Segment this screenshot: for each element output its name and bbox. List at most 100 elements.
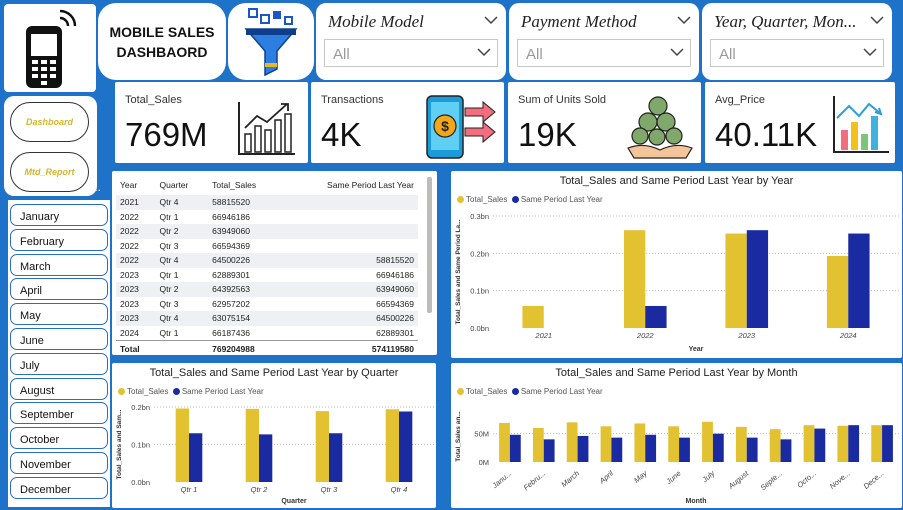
- table-row[interactable]: 2022 Qtr 3 66594369: [116, 239, 418, 254]
- bar: [600, 426, 612, 462]
- table-row[interactable]: 2023 Qtr 2 64392563 63949060: [116, 282, 418, 297]
- bar: [780, 439, 792, 462]
- x-tick-label: Febru...: [522, 469, 548, 493]
- table-cell: 58815520: [208, 195, 283, 210]
- slicer-dropdown[interactable]: All: [324, 39, 498, 67]
- month-label: October: [20, 434, 60, 447]
- svg-text:$: $: [441, 118, 449, 134]
- month-button[interactable]: January: [10, 204, 108, 226]
- bar: [702, 421, 713, 462]
- month-label: December: [20, 483, 71, 496]
- table-cell: 66594369: [212, 240, 250, 251]
- month-button[interactable]: June: [10, 328, 108, 350]
- table-row[interactable]: 2022 Qtr 4 64500226 58815520: [116, 253, 418, 268]
- x-tick-label: Qtr 2: [251, 485, 268, 494]
- month-button[interactable]: October: [10, 427, 108, 450]
- more-options-icon[interactable]: ...: [91, 180, 101, 194]
- slicer-year-quarter-month[interactable]: Year, Quarter, Mon... All: [702, 3, 892, 80]
- dashboard-nav-button[interactable]: Dashboard: [10, 102, 89, 142]
- table-cell: 63075154: [208, 311, 283, 326]
- chevron-down-icon[interactable]: [870, 15, 884, 25]
- slicer-dropdown[interactable]: All: [710, 39, 884, 67]
- bar: [725, 233, 747, 328]
- dashboard-nav-label: Dashboard: [25, 117, 73, 127]
- table-cell: [282, 195, 418, 210]
- month-button[interactable]: September: [10, 402, 108, 425]
- chart-legend: Total_Sales Same Period Last Year: [457, 387, 603, 396]
- table-row[interactable]: 2023 Qtr 3 62957202 66594369: [116, 297, 418, 312]
- legend-label: Same Period Last Year: [520, 195, 603, 204]
- table-total-row: Total 769204988 574119580: [116, 339, 418, 357]
- column-header[interactable]: Total_Sales: [208, 175, 282, 195]
- slicer-mobile-model[interactable]: Mobile Model All: [316, 3, 506, 80]
- legend-swatch: [511, 196, 519, 204]
- bar: [385, 409, 399, 482]
- month-slicer: January February March April May June July Augu…: [8, 200, 110, 507]
- table-cell: 66946186: [212, 211, 250, 222]
- y-axis-label: Total_Sales and Sam...: [116, 409, 123, 479]
- table-cell: Qtr 2: [155, 282, 209, 297]
- bar: [634, 423, 646, 462]
- money-bags-hand-icon: [627, 96, 693, 159]
- mtd-report-nav-button[interactable]: Mtd_Report: [10, 152, 89, 192]
- y-axis-label: Total_Sales an...: [455, 411, 462, 462]
- kpi-units-sold: Sum of Units Sold 19K: [508, 82, 701, 163]
- mtd-report-nav-label: Mtd_Report: [24, 167, 75, 177]
- kpi-total-sales: Total_Sales 769M: [115, 82, 308, 163]
- month-button[interactable]: November: [10, 452, 108, 474]
- table-cell: Qtr 3: [159, 240, 179, 251]
- table-cell: 63949060: [282, 282, 418, 297]
- table-row[interactable]: 2022 Qtr 2 63949060: [116, 224, 418, 239]
- month-button[interactable]: December: [10, 476, 108, 499]
- month-label: June: [20, 335, 44, 347]
- table-cell: Qtr 4: [155, 311, 209, 326]
- chart-title: Total_Sales and Same Period Last Year by…: [149, 367, 399, 379]
- month-button[interactable]: February: [10, 228, 108, 251]
- y-tick-label: 0.2bn: [470, 249, 489, 258]
- x-tick-label: 2023: [737, 331, 756, 340]
- month-label: August: [20, 384, 55, 397]
- table-row[interactable]: 2022 Qtr 1 66946186: [116, 210, 418, 225]
- month-button[interactable]: May: [10, 303, 108, 326]
- bar: [329, 433, 343, 482]
- x-tick-label: July: [700, 468, 718, 485]
- dashboard-title-card: MOBILE SALES DASHBAORD: [98, 3, 226, 80]
- month-button[interactable]: April: [10, 278, 108, 301]
- column-header[interactable]: Same Period Last Year: [282, 175, 418, 195]
- chart-title: Total_Sales and Same Period Last Year by…: [559, 175, 794, 187]
- legend-swatch: [457, 388, 464, 396]
- table-cell: 64500226: [282, 311, 418, 326]
- table-total-cell: 769204988: [208, 339, 283, 357]
- chevron-down-icon[interactable]: [477, 46, 491, 58]
- slicer-payment-method[interactable]: Payment Method All: [509, 3, 699, 80]
- slicer-dropdown[interactable]: All: [517, 39, 691, 67]
- table-cell: Qtr 2: [155, 224, 209, 239]
- month-button[interactable]: August: [10, 377, 108, 400]
- chevron-down-icon[interactable]: [670, 46, 684, 58]
- bar: [814, 428, 826, 462]
- table-row[interactable]: 2023 Qtr 4 63075154 64500226: [116, 311, 418, 326]
- chevron-down-icon[interactable]: [677, 15, 691, 25]
- bar: [189, 433, 203, 482]
- bar: [623, 230, 646, 328]
- x-tick-label: Janu...: [490, 469, 514, 491]
- table-row[interactable]: 2021 Qtr 4 58815520: [116, 195, 418, 210]
- column-header[interactable]: Quarter: [156, 175, 209, 195]
- slicer-value: All: [333, 46, 350, 63]
- table-total-cell: Total: [116, 339, 156, 357]
- chevron-down-icon[interactable]: [484, 15, 498, 25]
- table-cell: Qtr 1: [159, 327, 179, 338]
- month-label: April: [20, 285, 43, 298]
- chart-by-year: Total_Sales and Same Period Last Year by…: [451, 171, 902, 358]
- chevron-down-icon[interactable]: [863, 46, 877, 58]
- month-button[interactable]: July: [10, 352, 108, 375]
- table-row[interactable]: 2023 Qtr 1 62889301 66946186: [116, 268, 418, 283]
- table-row[interactable]: 2024 Qtr 1 66187436 62889301: [116, 326, 418, 341]
- table-cell: 2023: [120, 298, 139, 309]
- phone-logo: [4, 4, 96, 92]
- month-button[interactable]: March: [10, 253, 108, 276]
- column-header[interactable]: Year: [116, 175, 156, 195]
- x-tick-label: Qtr 3: [321, 485, 338, 494]
- bar: [532, 428, 544, 462]
- table-scrollbar[interactable]: [427, 177, 432, 313]
